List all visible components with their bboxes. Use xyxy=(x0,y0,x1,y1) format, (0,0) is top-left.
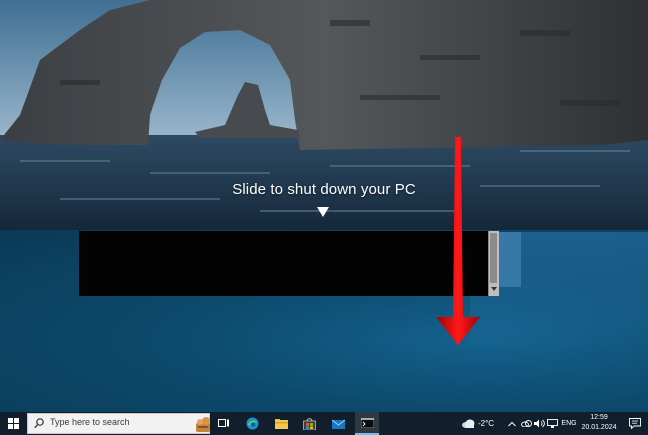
terminal-taskbar-button[interactable] xyxy=(355,412,379,435)
windows-start-icon xyxy=(7,418,19,429)
show-hidden-icons-button[interactable] xyxy=(507,412,517,435)
red-down-arrow-icon xyxy=(436,137,480,345)
notification-icon xyxy=(629,418,641,429)
slide-to-shutdown-panel[interactable]: Slide to shut down your PC xyxy=(0,0,648,230)
network-monitor-icon xyxy=(546,419,558,428)
task-view-icon xyxy=(218,419,229,427)
search-placeholder: Type here to search xyxy=(50,417,130,427)
network-tray-button[interactable] xyxy=(546,412,558,435)
desktop[interactable] xyxy=(0,230,648,412)
terminal-icon xyxy=(360,417,374,428)
file-explorer-taskbar-button[interactable] xyxy=(273,412,289,435)
taskbar-clock[interactable]: 12:59 20.01.2024 xyxy=(580,413,618,435)
mail-icon xyxy=(331,419,345,429)
search-highlight-icon[interactable] xyxy=(196,414,210,433)
scroll-down-arrow-icon[interactable] xyxy=(491,287,497,291)
taskbar: Type here to search -2°C ENG 12:59 20.01… xyxy=(0,412,648,435)
onedrive-icon xyxy=(520,420,532,427)
volume-tray-button[interactable] xyxy=(533,412,545,435)
store-taskbar-button[interactable] xyxy=(301,412,317,435)
store-icon xyxy=(302,417,316,430)
input-language-button[interactable]: ENG xyxy=(561,412,577,435)
search-icon xyxy=(34,418,44,429)
chevron-up-icon xyxy=(508,421,516,426)
weather-temperature: -2°C xyxy=(477,419,495,428)
scrollbar-thumb[interactable] xyxy=(490,233,497,283)
clock-time: 12:59 xyxy=(590,414,608,421)
weather-widget[interactable]: -2°C xyxy=(458,412,498,435)
background-window-edge xyxy=(499,232,521,287)
action-center-button[interactable] xyxy=(625,412,645,435)
cloud-icon xyxy=(461,419,475,428)
speaker-icon xyxy=(533,419,545,428)
edge-taskbar-button[interactable] xyxy=(244,412,260,435)
file-explorer-icon xyxy=(274,419,288,429)
clock-date: 20.01.2024 xyxy=(581,424,617,431)
task-view-button[interactable] xyxy=(217,412,231,435)
mail-taskbar-button[interactable] xyxy=(330,412,346,435)
start-button[interactable] xyxy=(0,412,26,435)
slide-to-shutdown-text: Slide to shut down your PC xyxy=(232,181,416,198)
input-language: ENG xyxy=(561,420,577,427)
slide-down-arrow-icon xyxy=(317,207,329,217)
edge-icon xyxy=(246,417,258,430)
cloud-sync-tray-button[interactable] xyxy=(520,412,532,435)
taskbar-search-box[interactable]: Type here to search xyxy=(27,413,210,434)
console-window[interactable] xyxy=(79,231,489,296)
